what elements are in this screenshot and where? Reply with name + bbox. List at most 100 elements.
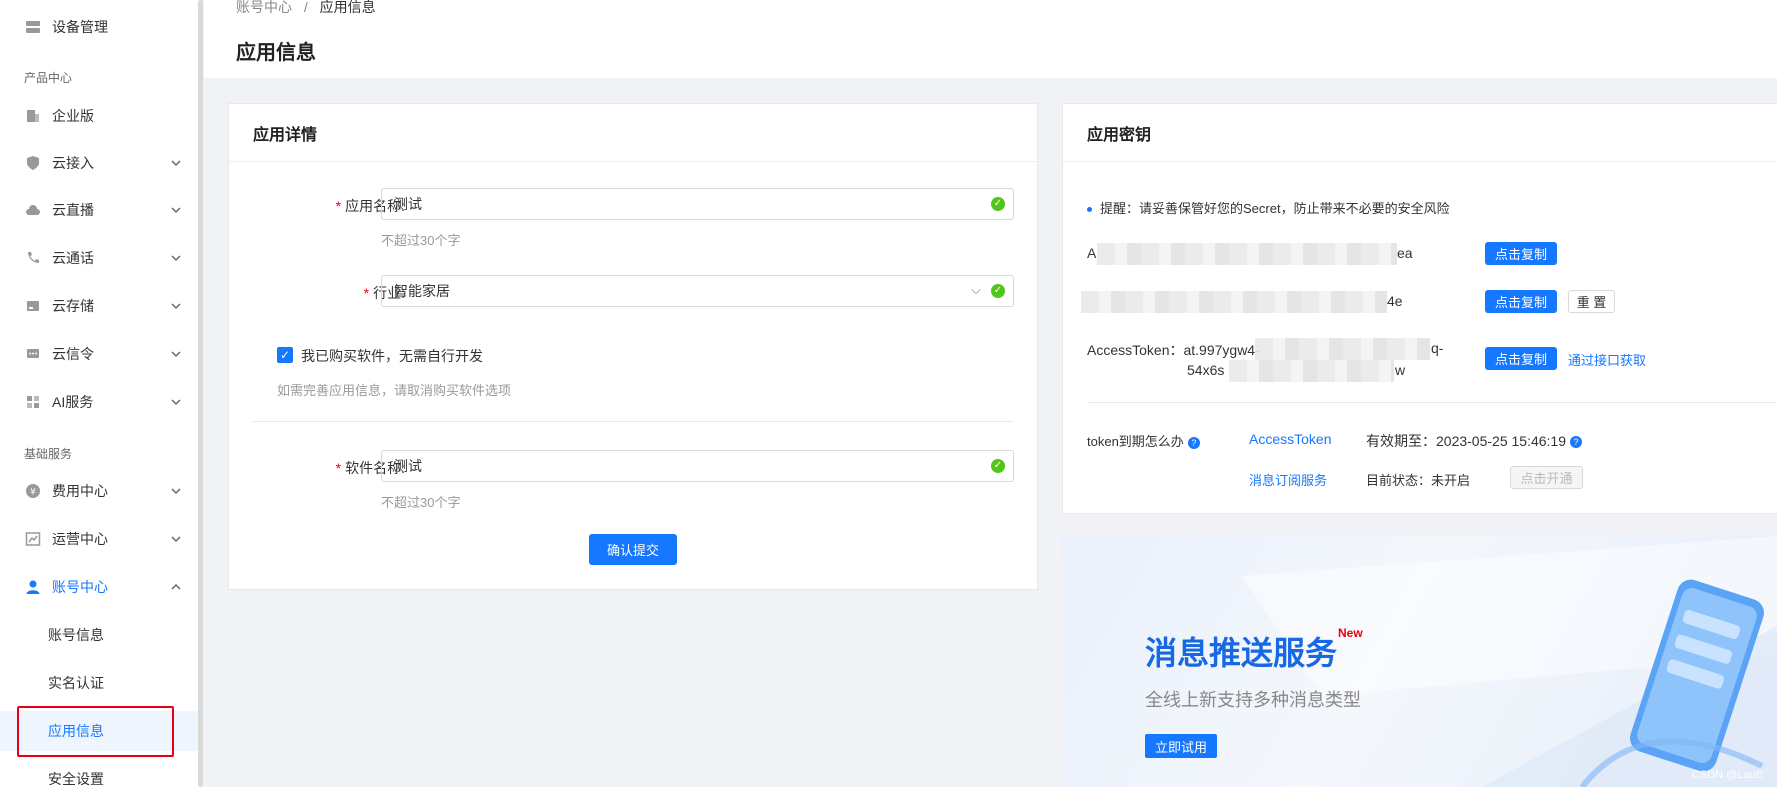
ai-icon (24, 393, 42, 411)
redacted-token-line1 (1255, 338, 1430, 360)
sidebar-item-cloud-access[interactable]: 云接入 (0, 143, 198, 183)
sidebar-item-ai-service[interactable]: AI服务 (0, 382, 198, 422)
required-mark: * (335, 460, 342, 476)
reset-secret-button[interactable]: 重 置 (1568, 290, 1615, 313)
cloud-icon (24, 201, 42, 219)
check-circle-icon: ✓ (991, 459, 1005, 473)
sidebar-item-account-center[interactable]: 账号中心 (0, 567, 198, 607)
banner-title: 消息推送服务 (1145, 635, 1338, 671)
sidebar-scrollbar[interactable] (198, 0, 203, 787)
watermark: CSDN @LauE (1691, 769, 1763, 781)
device-icon (24, 18, 42, 36)
push-service-banner[interactable]: 消息推送服务 New 全线上新支持多种消息类型 立即试用 CSDN @LauE (1062, 536, 1777, 787)
app-key-title: 应用密钥 (1063, 104, 1777, 162)
sidebar-item-operations[interactable]: 运营中心 (0, 519, 198, 559)
access-token-label: AccessToken：at.997ygw4- (1087, 342, 1260, 358)
software-name-value: 测试 (394, 458, 422, 474)
software-name-hint: 不超过30个字 (381, 495, 461, 510)
sidebar-item-cloud-live[interactable]: 云直播 (0, 190, 198, 230)
secret-suffix: 4e (1387, 293, 1403, 309)
storage-icon (24, 297, 42, 315)
chevron-down-icon (171, 351, 181, 358)
sidebar-item-label: 运营中心 (52, 531, 108, 547)
sidebar-subitem-account-info[interactable]: 账号信息 (0, 615, 198, 655)
token-expire-question-text: token到期怎么办 (1087, 434, 1184, 449)
sidebar-item-device-management[interactable]: 设备管理 (0, 7, 198, 47)
bullet-dot (1087, 207, 1092, 213)
sidebar-group-basic: 基础服务 (24, 447, 73, 461)
api-get-link[interactable]: 通过接口获取 (1568, 350, 1646, 369)
chevron-down-icon (171, 207, 181, 214)
sidebar-subitem-security[interactable]: 安全设置 (0, 759, 198, 787)
appkey-suffix: ea (1397, 245, 1413, 261)
breadcrumb-parent[interactable]: 账号中心 (236, 0, 292, 15)
breadcrumb-current: 应用信息 (319, 0, 376, 15)
chevron-down-icon (971, 288, 981, 295)
shield-icon (24, 154, 42, 172)
app-detail-card: 应用详情 * 应用名称: 测试 ✓ 不超过30个字 * 行业: 智能家居 ✓ ✓ 我… (228, 103, 1038, 590)
industry-value: 智能家居 (394, 283, 450, 299)
redacted-token-line2 (1229, 360, 1394, 382)
breadcrumb: 账号中心 / 应用信息 (236, 0, 376, 14)
try-now-button[interactable]: 立即试用 (1145, 734, 1217, 758)
token-line2-suffix: w (1395, 362, 1406, 378)
subscribe-status: 目前状态：未开启 (1366, 473, 1471, 488)
subscribe-link[interactable]: 消息订阅服务 (1249, 470, 1327, 489)
copy-appkey-button[interactable]: 点击复制 (1485, 242, 1557, 265)
sidebar-item-enterprise[interactable]: 企业版 (0, 96, 198, 136)
required-mark: * (335, 198, 342, 214)
copy-secret-button[interactable]: 点击复制 (1485, 290, 1557, 313)
message-icon (24, 345, 42, 363)
purchased-checkbox-label[interactable]: 我已购买软件，无需自行开发 (301, 346, 483, 366)
sidebar-item-cloud-call[interactable]: 云通话 (0, 238, 198, 278)
purchased-hint: 如需完善应用信息，请取消购买软件选项 (277, 383, 512, 398)
token-line2-prefix: 54x6s (1187, 362, 1225, 378)
redacted-appkey (1097, 243, 1397, 265)
breadcrumb-separator: / (303, 0, 308, 15)
submit-button[interactable]: 确认提交 (589, 534, 677, 565)
app-name-input[interactable]: 测试 ✓ (381, 188, 1014, 220)
security-notice-text: 提醒：请妥善保管好您的Secret，防止带来不必要的安全风险 (1100, 201, 1450, 216)
appkey-prefix: A (1087, 245, 1097, 261)
sidebar-group-product: 产品中心 (24, 71, 73, 85)
sidebar-item-label: 账号中心 (52, 579, 108, 595)
question-icon[interactable]: ? (1570, 436, 1582, 449)
chevron-down-icon (171, 255, 181, 262)
sidebar-item-billing[interactable]: ¥ 费用中心 (0, 471, 198, 511)
industry-select[interactable]: 智能家居 ✓ (381, 275, 1014, 307)
user-icon (24, 578, 42, 596)
sidebar-item-label: 云通话 (52, 250, 94, 266)
banner-subtitle: 全线上新支持多种消息类型 (1145, 690, 1361, 710)
chevron-down-icon (171, 536, 181, 543)
redacted-secret (1081, 291, 1387, 313)
sidebar-item-label: 云信令 (52, 346, 94, 362)
sidebar-item-cloud-signal[interactable]: 云信令 (0, 334, 198, 374)
expire-text: 有效期至：2023-05-25 15:46:19? (1366, 431, 1582, 451)
form-divider (253, 421, 1013, 422)
check-circle-icon: ✓ (991, 284, 1005, 298)
phone-icon (24, 249, 42, 267)
question-icon[interactable]: ? (1187, 436, 1200, 449)
svg-text:¥: ¥ (30, 488, 36, 498)
page-header: 账号中心 / 应用信息 应用信息 (204, 0, 1777, 78)
sidebar-subitem-verification[interactable]: 实名认证 (0, 663, 198, 703)
page-title: 应用信息 (236, 42, 316, 64)
token-line1-suffix: q- (1431, 340, 1444, 356)
token-expire-question: token到期怎么办? (1087, 431, 1200, 450)
yen-icon: ¥ (24, 482, 42, 500)
activate-button[interactable]: 点击开通 (1510, 466, 1583, 489)
chevron-down-icon (171, 160, 181, 167)
sidebar-item-label: 云直播 (52, 202, 94, 218)
sidebar-item-cloud-storage[interactable]: 云存储 (0, 286, 198, 326)
purchased-checkbox[interactable]: ✓ (277, 347, 293, 363)
chevron-down-icon (171, 488, 181, 495)
access-token-link[interactable]: AccessToken (1249, 431, 1331, 447)
sidebar-item-label: 设备管理 (52, 19, 108, 35)
copy-token-button[interactable]: 点击复制 (1485, 347, 1557, 370)
chevron-down-icon (171, 303, 181, 310)
software-name-input[interactable]: 测试 ✓ (381, 450, 1014, 482)
building-icon (24, 107, 42, 125)
expire-text-value: 有效期至：2023-05-25 15:46:19 (1366, 433, 1566, 449)
sidebar-item-label: 云存储 (52, 298, 94, 314)
annotation-highlight-box (17, 706, 174, 757)
